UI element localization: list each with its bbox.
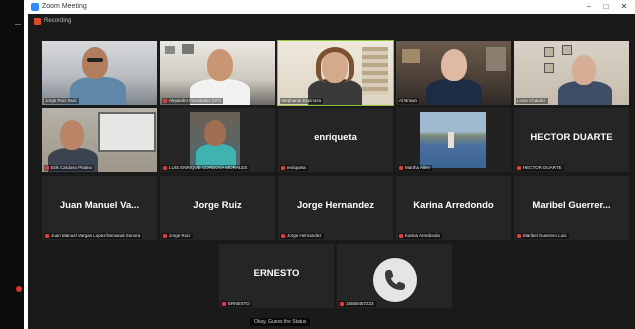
participant-name: Jorge Hernandez (280, 233, 324, 239)
participant-name: Erik Cardoso Platino (44, 165, 95, 171)
video-feed (396, 41, 511, 105)
participant-tile[interactable]: Karina Arredondo Karina Arredondo (396, 176, 511, 240)
minimize-button[interactable]: – (581, 1, 597, 12)
participant-name: Juan Manuel Vargas Lopez/Semanal Sonora (44, 233, 143, 239)
participant-name: enriqueta (280, 165, 308, 171)
mic-muted-icon (399, 165, 403, 170)
participant-name: Jorge Ruiz (162, 233, 193, 239)
participant-tile[interactable]: Louis Chaidez (514, 41, 629, 105)
participant-display-name: ERNESTO (253, 268, 300, 279)
participant-tile[interactable]: Maribel Guerrer... Maribel Guerrero Luis (514, 176, 629, 240)
video-feed (514, 41, 629, 105)
phone-icon (385, 270, 405, 290)
participant-display-name: HECTOR DUARTE (530, 132, 613, 143)
participant-tile-active[interactable]: Stephanie Espinoza (277, 40, 394, 106)
video-feed (278, 41, 393, 105)
mic-muted-icon (45, 233, 49, 238)
video-feed (42, 41, 157, 105)
closed-caption: Okay, Guess the Status (250, 318, 311, 326)
recording-bar: Recording (28, 14, 635, 28)
participant-display-name: Jorge Hernandez (296, 200, 375, 211)
participant-name: Jorge Ruiz Ruiz (44, 98, 79, 104)
video-feed (396, 108, 511, 172)
mic-muted-icon (281, 165, 285, 170)
recording-label: Recording (44, 18, 72, 24)
participant-name: 15555457223 (339, 301, 376, 307)
window-title: Zoom Meeting (42, 3, 87, 10)
participant-display-name: Juan Manuel Va... (59, 200, 140, 211)
participant-tile[interactable]: Jorge Ruiz Jorge Ruiz (160, 176, 275, 240)
participant-name: ERNESTO (221, 301, 252, 307)
participant-name: Karina Arredondo (398, 233, 443, 239)
participant-tile[interactable]: Al Brown (396, 41, 511, 105)
video-feed (160, 41, 275, 105)
mic-muted-icon (517, 233, 521, 238)
video-feed (42, 108, 157, 172)
participant-name: Al Brown (398, 98, 420, 104)
participant-tile[interactable]: LUIS ENRIQUE CORDOVA MORALES (160, 108, 275, 172)
participant-name: Alejandro Fernández (NT) (162, 98, 224, 104)
phone-avatar (373, 258, 417, 302)
mic-muted-icon (163, 233, 167, 238)
participant-tile-phone[interactable]: 15555457223 (337, 244, 452, 308)
participant-tile[interactable]: Juan Manuel Va... Juan Manuel Vargas Lop… (42, 176, 157, 240)
participant-name: HECTOR DUARTE (516, 165, 564, 171)
participant-name: Martha Allen (398, 165, 433, 171)
participant-display-name: Maribel Guerrer... (532, 200, 611, 211)
notification-dot (16, 286, 22, 292)
mic-muted-icon (222, 301, 226, 306)
divider (15, 24, 21, 25)
mic-muted-icon (163, 98, 167, 103)
participant-name: Louis Chaidez (516, 98, 548, 104)
title-bar: Zoom Meeting – □ ✕ (28, 0, 635, 14)
close-button[interactable]: ✕ (616, 1, 632, 12)
mic-muted-icon (281, 233, 285, 238)
participant-tile[interactable]: Alejandro Fernández (NT) (160, 41, 275, 105)
participant-tile[interactable]: enriqueta enriqueta (278, 108, 393, 172)
mic-muted-icon (517, 165, 521, 170)
participant-name: LUIS ENRIQUE CORDOVA MORALES (162, 165, 250, 171)
maximize-button[interactable]: □ (598, 1, 614, 12)
recording-icon (34, 18, 41, 25)
participant-display-name: Karina Arredondo (413, 200, 494, 211)
mic-muted-icon (399, 233, 403, 238)
participant-display-name: Jorge Ruiz (193, 200, 242, 211)
participant-name: Stephanie Espinoza (280, 98, 324, 104)
mic-muted-icon (163, 165, 167, 170)
mic-muted-icon (340, 301, 344, 306)
participant-tile[interactable]: Martha Allen (396, 108, 511, 172)
background-left-strip (0, 0, 24, 329)
participant-name: Maribel Guerrero Luis (516, 233, 569, 239)
participant-tile[interactable]: HECTOR DUARTE HECTOR DUARTE (514, 108, 629, 172)
mic-muted-icon (45, 165, 49, 170)
participant-display-name: enriqueta (314, 132, 357, 143)
participant-tile[interactable]: Erik Cardoso Platino (42, 108, 157, 172)
participant-tile[interactable]: ERNESTO ERNESTO (219, 244, 334, 308)
participant-tile[interactable]: Jorge Hernandez Jorge Hernandez (278, 176, 393, 240)
zoom-window: Zoom Meeting – □ ✕ Recording Jorge Ruiz … (28, 0, 635, 329)
participant-tile[interactable]: Jorge Ruiz Ruiz (42, 41, 157, 105)
zoom-app-icon (31, 3, 39, 11)
video-feed (160, 108, 275, 172)
